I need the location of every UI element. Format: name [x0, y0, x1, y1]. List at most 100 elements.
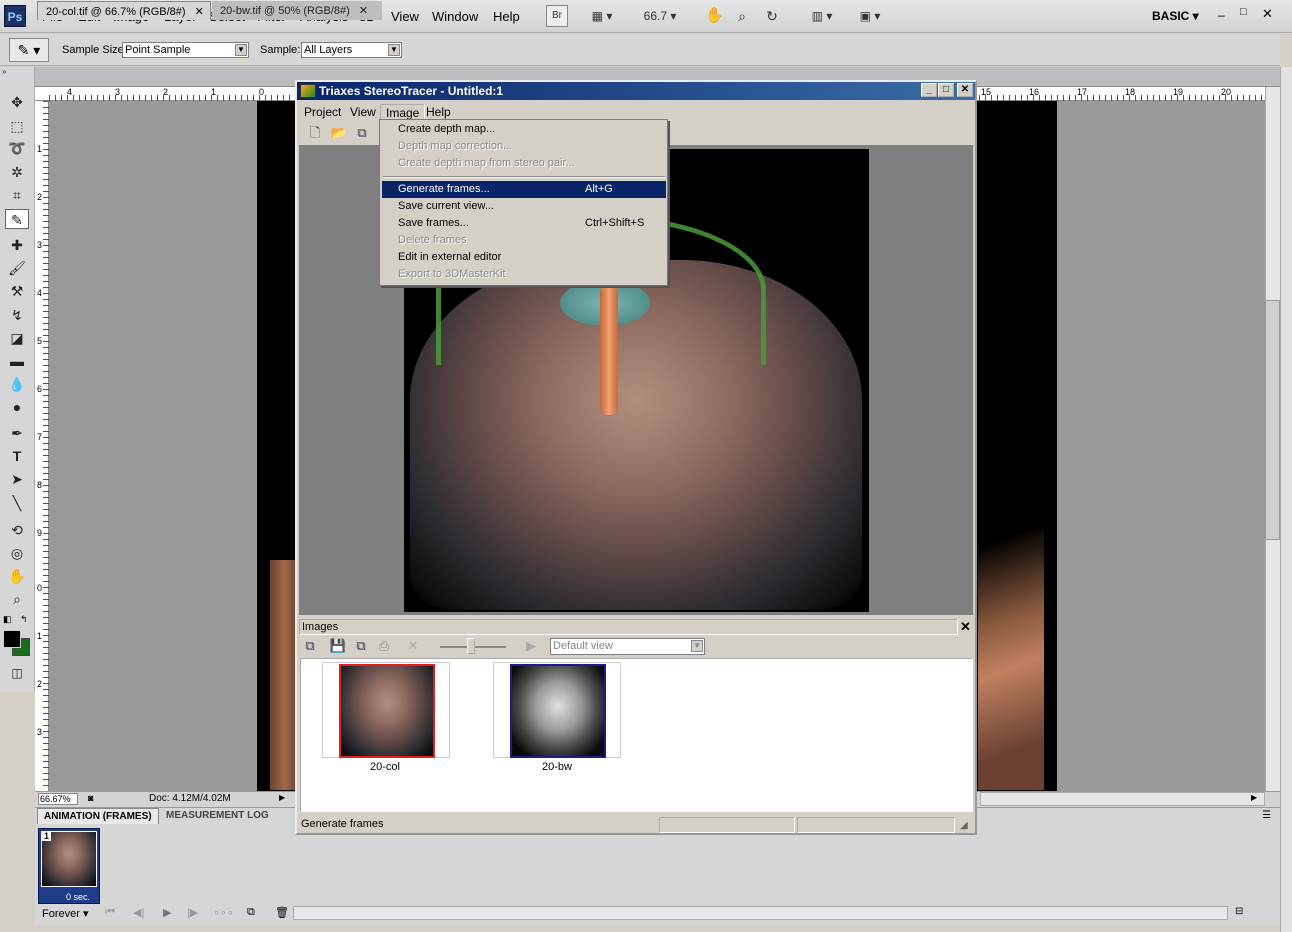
clone-stamp-icon[interactable]: ⚒: [5, 281, 29, 301]
export-image-icon[interactable]: ⎙: [375, 637, 393, 655]
image-thumb-20-col[interactable]: [322, 662, 450, 758]
move-tool-icon[interactable]: ✥: [5, 92, 29, 112]
tab-measurement-log[interactable]: MEASUREMENT LOG: [160, 808, 275, 824]
eraser-tool-icon[interactable]: ◪: [5, 328, 29, 348]
menu-edit-external[interactable]: Edit in external editor: [382, 249, 666, 266]
magic-wand-icon[interactable]: ✲: [5, 162, 29, 182]
healing-brush-icon[interactable]: ✚: [5, 235, 29, 255]
zoom-tool-icon[interactable]: ⌕: [732, 5, 752, 27]
hand-tool-icon[interactable]: ✋: [5, 566, 29, 586]
menu-window[interactable]: Window: [432, 9, 478, 24]
copy-image-icon[interactable]: ⧉: [352, 637, 370, 655]
menu-separator: [383, 176, 665, 178]
panel-menu-icon[interactable]: ☰: [1262, 810, 1271, 821]
ruler-label: 16: [1029, 87, 1040, 97]
menu-save-frames[interactable]: Save frames... Ctrl+Shift+S: [382, 215, 666, 232]
scrollbar-thumb[interactable]: [1265, 300, 1280, 540]
pen-tool-icon[interactable]: ✒: [5, 423, 29, 443]
menu-generate-frames[interactable]: Generate frames... Alt+G: [382, 181, 666, 198]
menu-item-label: Depth map correction...: [398, 140, 513, 152]
play-icon[interactable]: ▶: [163, 906, 171, 919]
eyedropper-tool-icon[interactable]: ✎: [5, 209, 29, 229]
menu-save-current-view[interactable]: Save current view...: [382, 198, 666, 215]
swap-colors-icon[interactable]: ↰: [20, 614, 28, 625]
path-selection-icon[interactable]: ➤: [5, 469, 29, 489]
view-select[interactable]: Default view ▼: [550, 638, 705, 655]
ruler-label: 0: [37, 583, 43, 593]
close-images-panel-icon[interactable]: ✕: [960, 619, 971, 635]
new-project-icon[interactable]: 🗋: [306, 124, 324, 142]
gradient-tool-icon[interactable]: ▬: [5, 351, 29, 371]
view-extras-icon[interactable]: ▦ ▾: [583, 5, 621, 27]
crop-tool-icon[interactable]: ⌗: [5, 185, 29, 205]
minimize-icon[interactable]: –: [1218, 8, 1225, 22]
foreground-color-swatch[interactable]: [3, 630, 21, 648]
status-menu-arrow-icon[interactable]: ▶: [279, 793, 285, 802]
3d-rotate-icon[interactable]: ⟲: [5, 520, 29, 540]
chevron-down-icon: ▼: [388, 44, 400, 56]
history-brush-icon[interactable]: ↯: [5, 305, 29, 325]
status-info-icon[interactable]: ◙: [88, 793, 93, 803]
screen-mode-icon[interactable]: ▣ ▾: [852, 5, 888, 27]
close-icon[interactable]: ✕: [957, 83, 973, 97]
eyedropper-preset-icon[interactable]: ✎ ▾: [9, 38, 49, 62]
tab-animation-frames[interactable]: ANIMATION (FRAMES): [37, 808, 159, 824]
slider-handle[interactable]: [467, 638, 475, 654]
dlg-menu-project[interactable]: Project: [299, 104, 346, 120]
marquee-tool-icon[interactable]: ⬚: [5, 116, 29, 136]
dlg-menu-view[interactable]: View: [345, 104, 381, 120]
add-image-icon[interactable]: ⧉: [301, 637, 319, 655]
hand-tool-icon[interactable]: ✋: [704, 5, 724, 27]
lasso-tool-icon[interactable]: ➰: [5, 138, 29, 158]
maximize-icon[interactable]: □: [938, 83, 954, 97]
sample-size-select[interactable]: Point Sample ▼: [122, 42, 249, 58]
timeline-scrollbar[interactable]: [293, 906, 1228, 920]
zoom-percent-field[interactable]: 66.67%: [38, 793, 78, 805]
zoom-level-select[interactable]: 66.7 ▾: [636, 5, 684, 27]
collapse-panel-icon[interactable]: »: [0, 67, 35, 77]
menu-view[interactable]: View: [391, 9, 419, 24]
next-frame-icon[interactable]: |▶: [187, 906, 198, 919]
stereotracer-titlebar[interactable]: Triaxes StereoTracer - Untitled:1: [297, 82, 975, 100]
loop-select[interactable]: Forever ▾: [42, 907, 88, 920]
frame-delay[interactable]: 0 sec.: [66, 892, 90, 902]
arrange-documents-icon[interactable]: ▥ ▾: [804, 5, 840, 27]
brush-tool-icon[interactable]: 🖌: [5, 258, 29, 278]
close-icon[interactable]: ✕: [1262, 6, 1273, 22]
resize-grip-icon[interactable]: ◢: [960, 820, 968, 831]
first-frame-icon[interactable]: ⏮: [105, 906, 115, 919]
dlg-menu-help[interactable]: Help: [421, 104, 456, 120]
blur-tool-icon[interactable]: 💧: [5, 374, 29, 394]
tab-20-col[interactable]: 20-col.tif @ 66.7% (RGB/8#) ✕: [37, 1, 211, 20]
close-tab-icon[interactable]: ✕: [359, 5, 368, 17]
sample-select[interactable]: All Layers ▼: [301, 42, 402, 58]
open-project-icon[interactable]: 📂: [330, 124, 348, 142]
menu-create-depth-map[interactable]: Create depth map...: [382, 121, 666, 138]
delete-frame-icon[interactable]: 🗑: [275, 906, 289, 919]
dodge-tool-icon[interactable]: ●: [5, 397, 29, 417]
copy-icon[interactable]: ⧉: [353, 124, 371, 142]
close-tab-icon[interactable]: ✕: [195, 6, 204, 18]
image-thumb-20-bw[interactable]: [493, 662, 621, 758]
previous-frame-icon[interactable]: ◀|: [133, 906, 144, 919]
type-tool-icon[interactable]: T: [5, 446, 29, 466]
zoom-tool-icon[interactable]: ⌕: [5, 589, 29, 609]
convert-timeline-icon[interactable]: ⊟: [1235, 906, 1243, 917]
quick-mask-icon[interactable]: ◫: [5, 663, 29, 683]
maximize-icon[interactable]: □: [1240, 6, 1247, 18]
line-tool-icon[interactable]: ╲: [5, 493, 29, 513]
horizontal-scrollbar[interactable]: [980, 792, 1265, 806]
ruler-label: 19: [1173, 87, 1184, 97]
bridge-button[interactable]: Br: [546, 5, 568, 27]
minimize-icon[interactable]: _: [921, 83, 937, 97]
duplicate-frame-icon[interactable]: ⧉: [247, 906, 255, 919]
tween-icon[interactable]: ∘∘∘: [213, 906, 234, 919]
3d-orbit-icon[interactable]: ◎: [5, 543, 29, 563]
save-image-icon[interactable]: 💾: [329, 637, 347, 655]
default-colors-icon[interactable]: ◧: [3, 614, 12, 625]
tab-20-bw[interactable]: 20-bw.tif @ 50% (RGB/8#) ✕: [212, 1, 382, 20]
menu-help[interactable]: Help: [493, 9, 520, 24]
rotate-view-icon[interactable]: ↻: [762, 5, 782, 27]
scroll-right-arrow-icon[interactable]: ▶: [1251, 793, 1257, 802]
workspace-switcher[interactable]: BASIC ▾: [1152, 9, 1199, 23]
